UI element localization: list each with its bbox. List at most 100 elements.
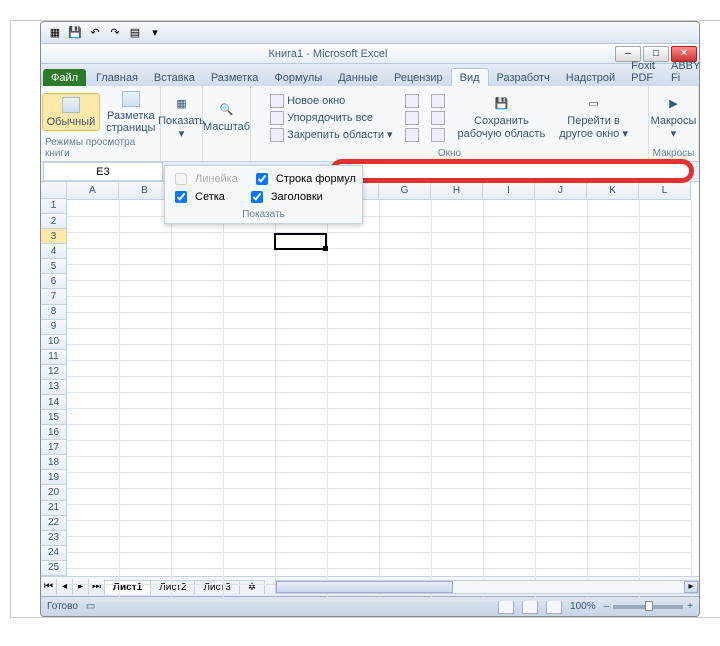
cell[interactable]	[275, 504, 327, 520]
cell[interactable]	[379, 488, 431, 504]
cell[interactable]	[119, 488, 171, 504]
cell[interactable]	[483, 472, 535, 488]
column-header[interactable]: G	[379, 182, 431, 200]
cell[interactable]	[119, 296, 171, 312]
cell[interactable]	[223, 296, 275, 312]
cell[interactable]	[379, 552, 431, 568]
row-header[interactable]: 6	[41, 274, 67, 289]
cell[interactable]	[379, 536, 431, 552]
cell[interactable]	[431, 216, 483, 232]
cell[interactable]	[119, 280, 171, 296]
select-all-corner[interactable]	[41, 182, 67, 199]
cell[interactable]	[431, 472, 483, 488]
zoom-in-icon[interactable]: +	[687, 601, 693, 612]
sync-scroll-button[interactable]	[428, 110, 448, 126]
column-header[interactable]: L	[639, 182, 691, 200]
cell[interactable]	[171, 424, 223, 440]
column-header[interactable]: J	[535, 182, 587, 200]
cell[interactable]	[431, 376, 483, 392]
cell[interactable]	[587, 408, 639, 424]
cell[interactable]	[639, 312, 691, 328]
cell[interactable]	[119, 376, 171, 392]
cell[interactable]	[171, 488, 223, 504]
cell[interactable]	[67, 488, 119, 504]
cell[interactable]	[639, 504, 691, 520]
cell[interactable]	[119, 504, 171, 520]
cell[interactable]	[639, 440, 691, 456]
cell[interactable]	[327, 344, 379, 360]
row-header[interactable]: 7	[41, 289, 67, 304]
cell[interactable]	[67, 296, 119, 312]
cell[interactable]	[535, 552, 587, 568]
cell[interactable]	[535, 264, 587, 280]
view-normal-button[interactable]: Обычный	[42, 93, 101, 131]
cell[interactable]	[67, 264, 119, 280]
cell[interactable]	[379, 200, 431, 216]
cell[interactable]	[639, 232, 691, 248]
cell[interactable]	[171, 280, 223, 296]
gridlines-checkbox[interactable]	[175, 191, 187, 203]
save-icon[interactable]: 💾	[67, 25, 83, 41]
cell[interactable]	[67, 568, 119, 584]
cell[interactable]	[67, 536, 119, 552]
switch-window-button[interactable]: ▭ Перейти в другое окно ▾	[555, 93, 632, 141]
cell[interactable]	[327, 408, 379, 424]
tab-insert[interactable]: Вставка	[146, 69, 203, 86]
cell[interactable]	[327, 552, 379, 568]
new-window-button[interactable]: Новое окно	[267, 93, 395, 109]
cell[interactable]	[275, 408, 327, 424]
cell[interactable]	[379, 440, 431, 456]
cell[interactable]	[327, 536, 379, 552]
view-layout-icon[interactable]	[522, 600, 538, 614]
cell[interactable]	[431, 280, 483, 296]
row-header[interactable]: 15	[41, 410, 67, 425]
cell[interactable]	[587, 376, 639, 392]
cell[interactable]	[535, 536, 587, 552]
cell[interactable]	[483, 328, 535, 344]
row-header[interactable]: 16	[41, 425, 67, 440]
zoom-button[interactable]: 🔍 Масштаб	[199, 99, 254, 135]
tab-layout[interactable]: Разметка	[203, 69, 267, 86]
cell[interactable]	[431, 536, 483, 552]
cell[interactable]	[327, 232, 379, 248]
tab-addins[interactable]: Надстрой	[558, 69, 623, 86]
cell[interactable]	[379, 312, 431, 328]
cell[interactable]	[67, 344, 119, 360]
name-box[interactable]: E3	[43, 162, 163, 181]
cell[interactable]	[483, 424, 535, 440]
cell[interactable]	[587, 296, 639, 312]
cell[interactable]	[327, 280, 379, 296]
cell[interactable]	[431, 456, 483, 472]
cell[interactable]	[639, 456, 691, 472]
cell[interactable]	[67, 440, 119, 456]
cell[interactable]	[171, 248, 223, 264]
tab-data[interactable]: Данные	[330, 69, 386, 86]
tab-view[interactable]: Вид	[451, 68, 489, 86]
cell[interactable]	[431, 424, 483, 440]
cell[interactable]	[535, 472, 587, 488]
cell[interactable]	[483, 200, 535, 216]
cell[interactable]	[483, 280, 535, 296]
sheet-nav-first[interactable]: ⏮	[41, 579, 57, 595]
cell[interactable]	[119, 264, 171, 280]
cell[interactable]	[483, 232, 535, 248]
cell[interactable]	[171, 312, 223, 328]
cell[interactable]	[223, 344, 275, 360]
cell[interactable]	[587, 552, 639, 568]
cell[interactable]	[535, 456, 587, 472]
cell[interactable]	[119, 536, 171, 552]
cell[interactable]	[379, 360, 431, 376]
cell[interactable]	[587, 248, 639, 264]
undo-icon[interactable]: ↶	[87, 25, 103, 41]
cell[interactable]	[379, 264, 431, 280]
cell[interactable]	[379, 296, 431, 312]
arrange-all-button[interactable]: Упорядочить все	[267, 110, 395, 126]
cell[interactable]	[639, 344, 691, 360]
cell[interactable]	[223, 248, 275, 264]
cell[interactable]	[119, 328, 171, 344]
cell[interactable]	[587, 456, 639, 472]
cell[interactable]	[223, 408, 275, 424]
unhide-button[interactable]	[402, 127, 422, 143]
cell[interactable]	[223, 232, 275, 248]
formula-bar-checkbox[interactable]	[256, 173, 268, 185]
